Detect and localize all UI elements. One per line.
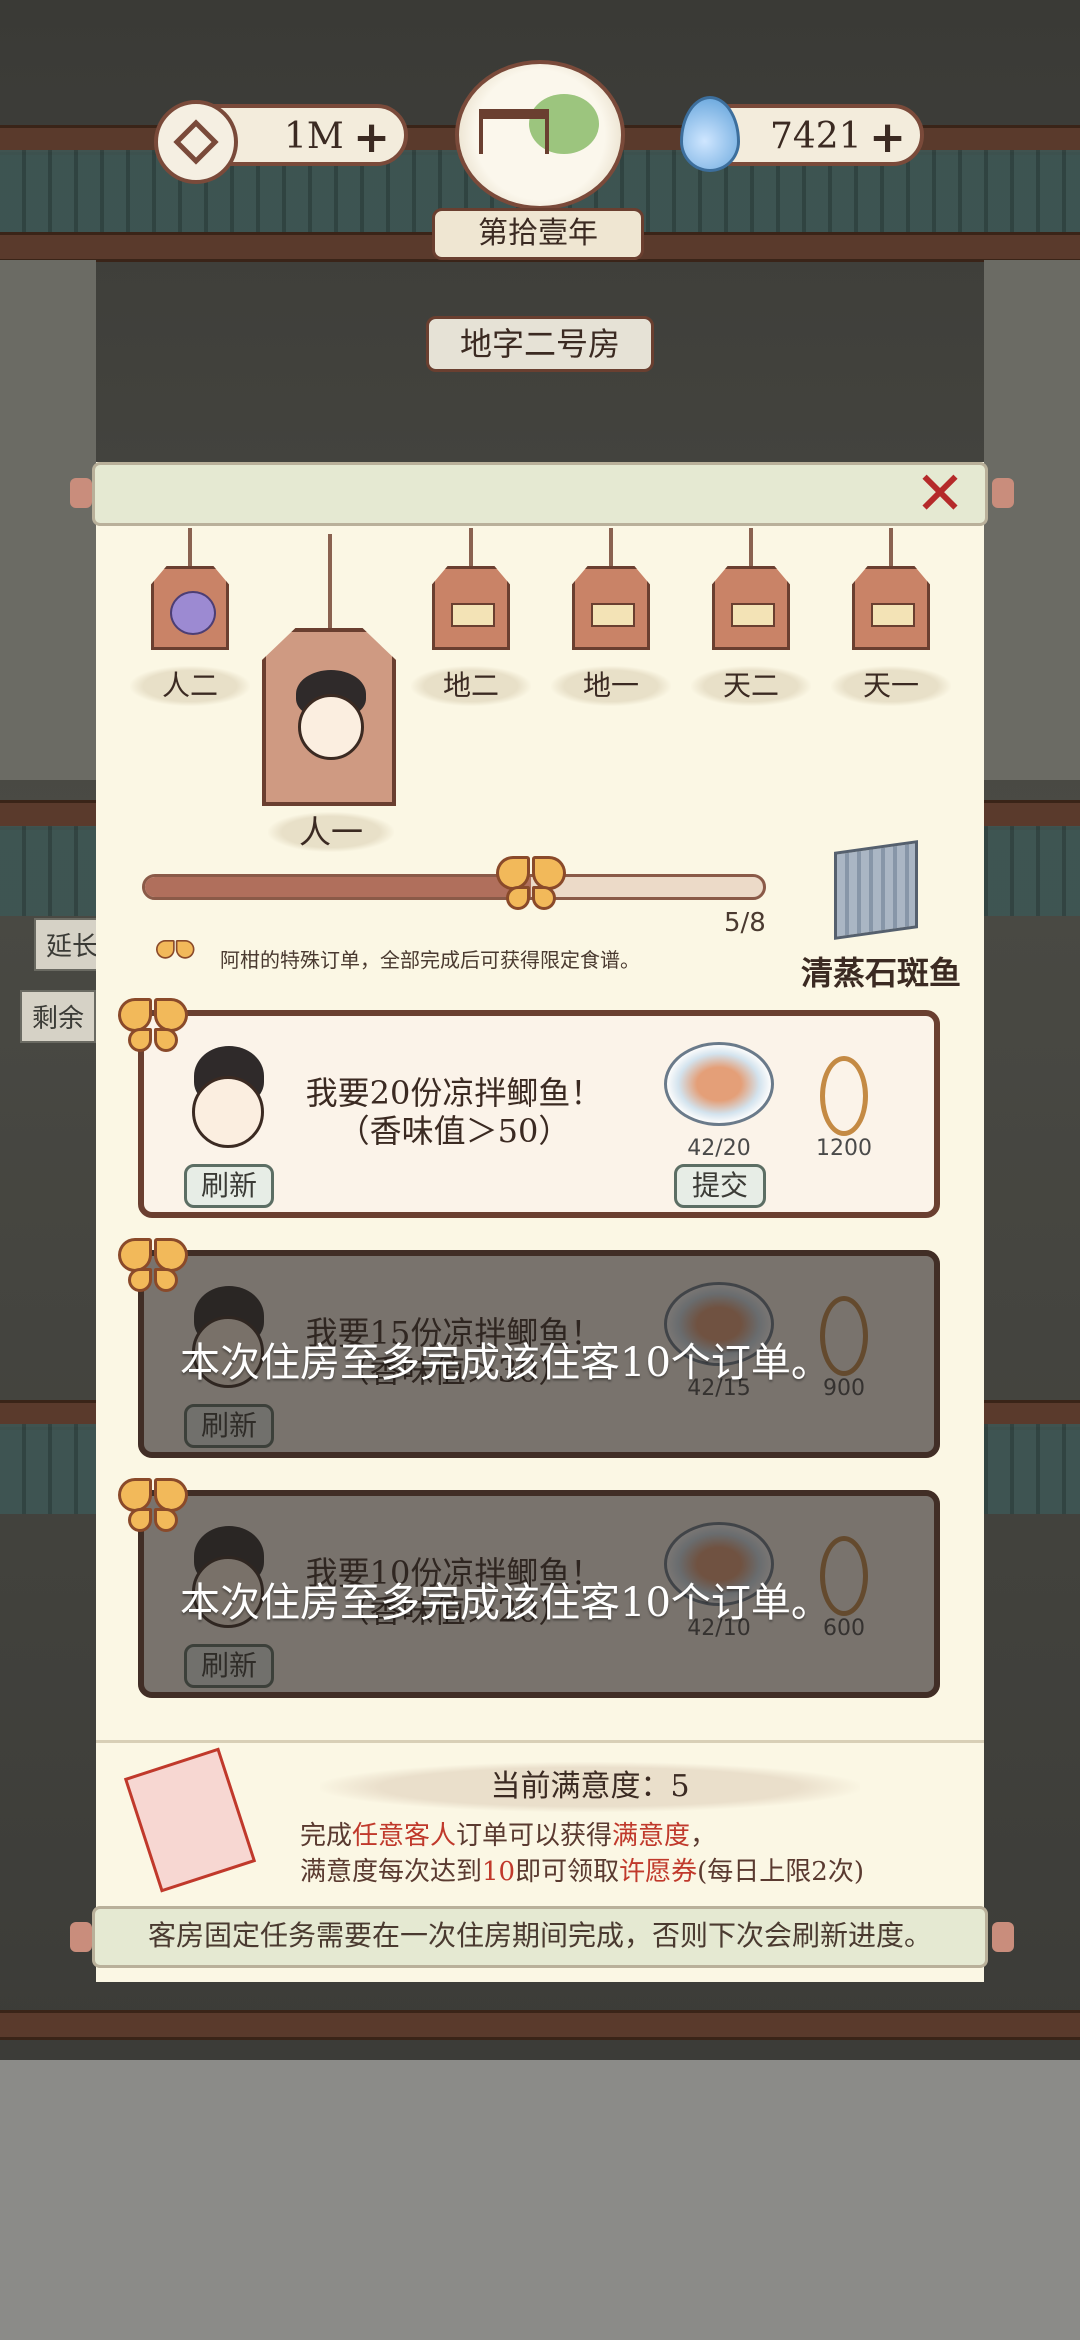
- scroll-top-rod: [92, 462, 988, 526]
- empty-area: [0, 2060, 1080, 2340]
- order-request: 我要20份凉拌鲫鱼！ （香味值＞50）: [305, 1074, 603, 1150]
- footer-note: 客房固定任务需要在一次住房期间完成，否则下次会刷新进度。: [147, 1919, 932, 1952]
- coin-icon: [154, 100, 238, 184]
- fish-dish-icon: [664, 1042, 774, 1126]
- recipe-scroll-icon: [834, 840, 918, 940]
- tag-string: [328, 534, 332, 630]
- order-reward: 1200: [816, 1136, 872, 1161]
- rod-end: [992, 1922, 1014, 1952]
- coin-string-icon: [820, 1056, 868, 1136]
- plate-icon: [451, 603, 495, 627]
- room-badge: 地字二号房: [426, 316, 654, 372]
- rod-end: [992, 478, 1014, 508]
- plate-icon: [731, 603, 775, 627]
- tag-ren-yi-selected[interactable]: [262, 628, 396, 806]
- order-progress-bar: [142, 874, 766, 900]
- gem-value: 7421: [770, 116, 862, 157]
- order-lock-message: 本次住房至多完成该住客10个订单。: [180, 1580, 831, 1626]
- house-icon: [479, 109, 549, 154]
- tag-string: [889, 528, 893, 568]
- add-coins-button[interactable]: +: [353, 112, 390, 163]
- beam: [0, 2010, 1080, 2040]
- tag-di-er[interactable]: [432, 566, 510, 650]
- year-badge: 第拾壹年: [432, 208, 644, 260]
- add-gems-button[interactable]: +: [869, 112, 906, 163]
- refresh-button[interactable]: 刷新: [184, 1644, 274, 1688]
- tag-label: 地二: [411, 666, 531, 706]
- tag-string: [609, 528, 613, 568]
- plate-icon: [871, 603, 915, 627]
- tag-label: 人二: [130, 666, 250, 706]
- tag-string: [749, 528, 753, 568]
- tag-label: 人一: [268, 812, 394, 852]
- tag-label: 天二: [691, 666, 811, 706]
- bun-icon: [170, 591, 216, 635]
- order-card: 我要20份凉拌鲫鱼！ （香味值＞50） 42/20 1200 刷新 提交: [138, 1010, 940, 1218]
- satisfaction-title: 当前满意度：5: [320, 1762, 860, 1812]
- close-icon[interactable]: ✕: [912, 464, 968, 524]
- guest-avatar-icon: [298, 694, 364, 760]
- tag-ren-er[interactable]: [151, 566, 229, 650]
- tag-string: [469, 528, 473, 568]
- tag-di-yi[interactable]: [572, 566, 650, 650]
- coin-value: 1M: [284, 116, 344, 157]
- satisfaction-description: 完成任意客人订单可以获得满意度， 满意度每次达到10即可领取许愿券(每日上限2次…: [300, 1821, 864, 1887]
- wall-right: [984, 260, 1080, 780]
- side-tag-remaining: 剩余: [20, 990, 97, 1043]
- tag-string: [188, 528, 192, 568]
- refresh-button[interactable]: 刷新: [184, 1404, 274, 1448]
- tag-label: 地一: [551, 666, 671, 706]
- inn-emblem: [455, 60, 625, 210]
- progress-fill: [145, 877, 532, 897]
- refresh-button[interactable]: 刷新: [184, 1164, 274, 1208]
- order-lock-message: 本次住房至多完成该住客10个订单。: [180, 1340, 831, 1386]
- rod-end: [70, 478, 92, 508]
- plate-icon: [591, 603, 635, 627]
- tag-tian-yi[interactable]: [852, 566, 930, 650]
- progress-note: 阿柑的特殊订单，全部完成后可获得限定食谱。: [220, 948, 640, 972]
- rod-end: [70, 1922, 92, 1952]
- recipe-name: 清蒸石斑鱼: [800, 954, 961, 992]
- tag-label: 天一: [831, 666, 951, 706]
- order-count: 42/20: [687, 1136, 751, 1161]
- submit-button[interactable]: 提交: [674, 1164, 766, 1208]
- progress-text: 5/8: [724, 908, 766, 938]
- wall-left: [0, 260, 96, 780]
- guest-avatar-icon: [192, 1076, 264, 1148]
- tag-tian-er[interactable]: [712, 566, 790, 650]
